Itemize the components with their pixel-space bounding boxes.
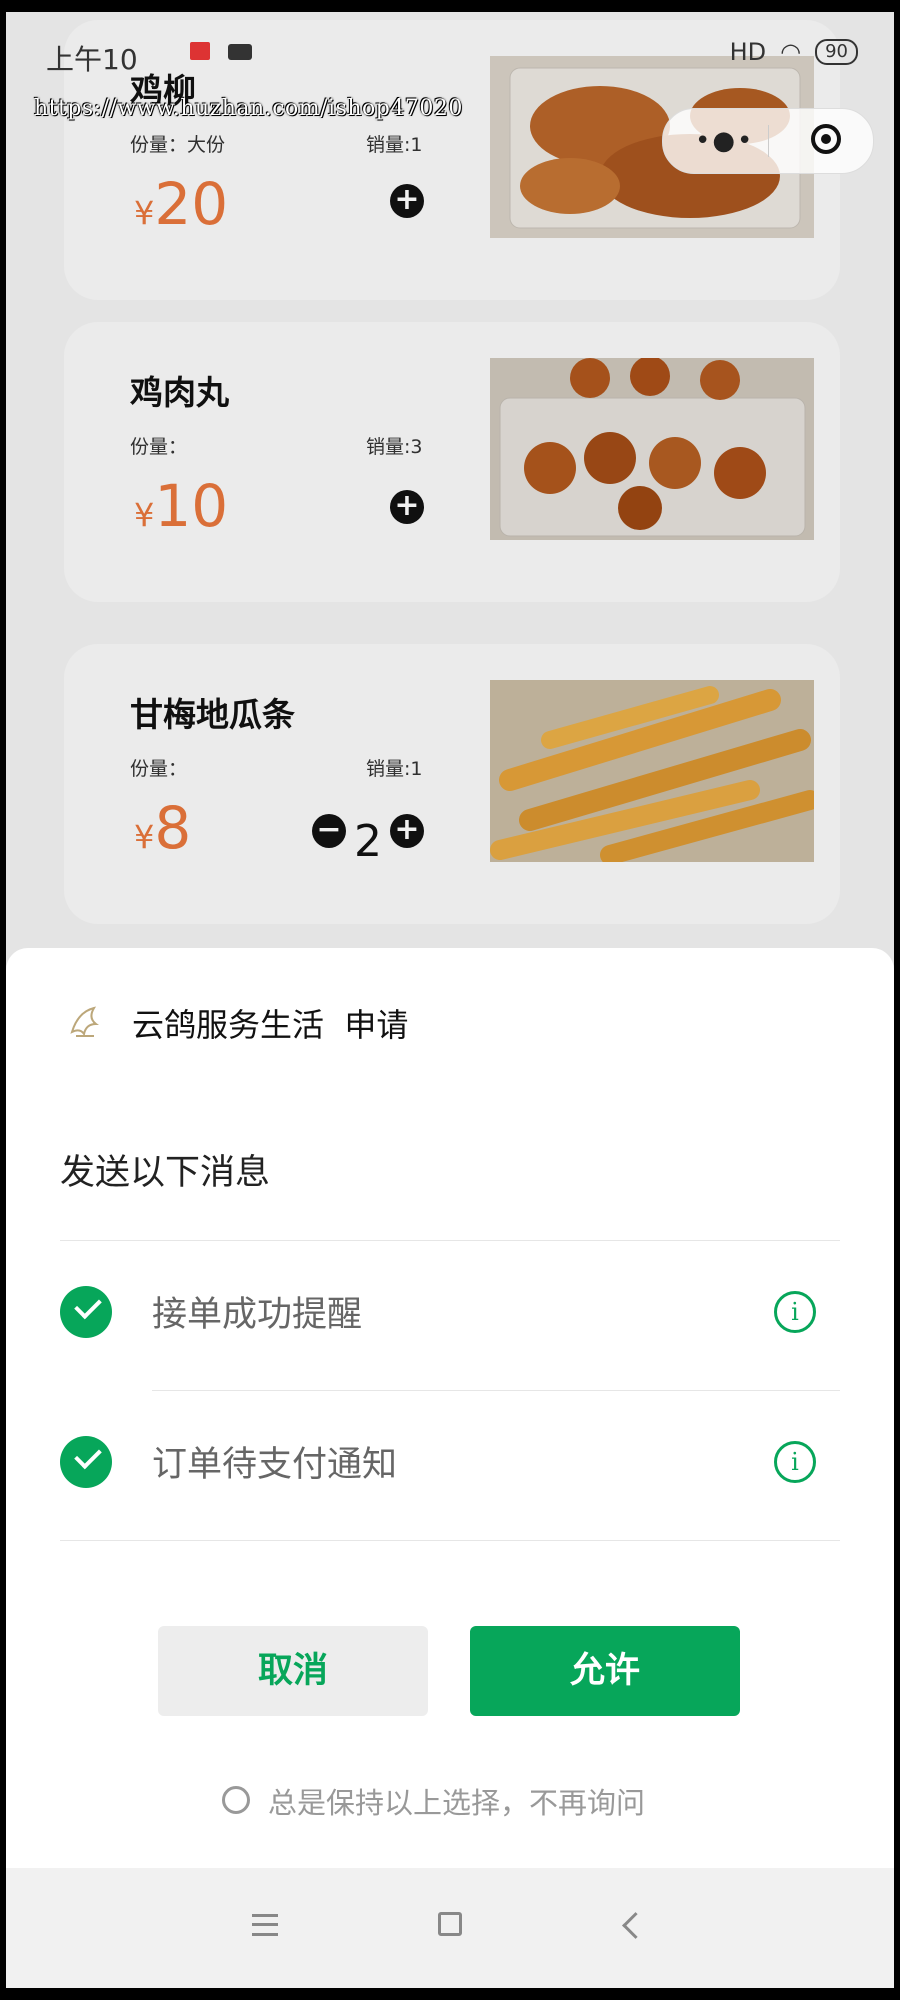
app-screen: 鸡柳 份量：大份 销量:1 ¥20 + 鸡肉丸 份量： 销量:3 ¥10 + 甘… <box>6 12 894 1988</box>
status-bar: 上午10 HD ◠ 90 <box>6 12 894 92</box>
close-target-icon[interactable] <box>811 124 841 154</box>
allow-button[interactable]: 允许 <box>470 1626 740 1716</box>
status-icons: HD ◠ 90 <box>730 38 858 66</box>
notification-icon <box>190 42 210 60</box>
remember-choice-radio[interactable] <box>222 1786 250 1814</box>
watermark-text: https://www.huzhan.com/ishop47020 <box>34 96 463 121</box>
request-label: 申请 <box>344 1006 409 1044</box>
battery-icon: 90 <box>815 39 858 65</box>
system-nav-bar <box>6 1868 894 1988</box>
info-icon[interactable]: i <box>774 1291 816 1333</box>
cancel-button[interactable]: 取消 <box>158 1626 428 1716</box>
wifi-icon: ◠ <box>780 38 802 66</box>
menu-icon[interactable] <box>252 1914 278 1936</box>
option-label: 订单待支付通知 <box>152 1445 398 1485</box>
dialog-subtitle: 发送以下消息 <box>60 1153 271 1193</box>
info-icon[interactable]: i <box>774 1441 816 1483</box>
mini-program-capsule: •●• <box>662 108 874 174</box>
more-icon[interactable]: •●• <box>695 128 754 154</box>
checked-icon[interactable] <box>60 1286 112 1338</box>
divider <box>152 1390 840 1391</box>
subscribe-message-dialog: 云鸽服务生活 申请 发送以下消息 接单成功提醒 i 订单待支付通知 i 取消 允… <box>6 948 894 1868</box>
back-icon[interactable] <box>622 1912 649 1939</box>
checked-icon[interactable] <box>60 1436 112 1488</box>
app-logo-icon <box>64 1002 104 1042</box>
signal-icon: HD <box>729 38 767 66</box>
dialog-title: 云鸽服务生活 申请 <box>132 1000 408 1046</box>
divider <box>60 1240 840 1241</box>
option-label: 接单成功提醒 <box>152 1295 363 1335</box>
camera-icon <box>228 44 252 60</box>
divider <box>60 1540 840 1541</box>
app-name: 云鸽服务生活 <box>132 1006 325 1044</box>
capsule-divider <box>768 125 769 157</box>
status-time: 上午10 <box>46 43 138 76</box>
home-icon[interactable] <box>438 1912 462 1936</box>
remember-choice-label[interactable]: 总是保持以上选择，不再询问 <box>268 1780 645 1822</box>
